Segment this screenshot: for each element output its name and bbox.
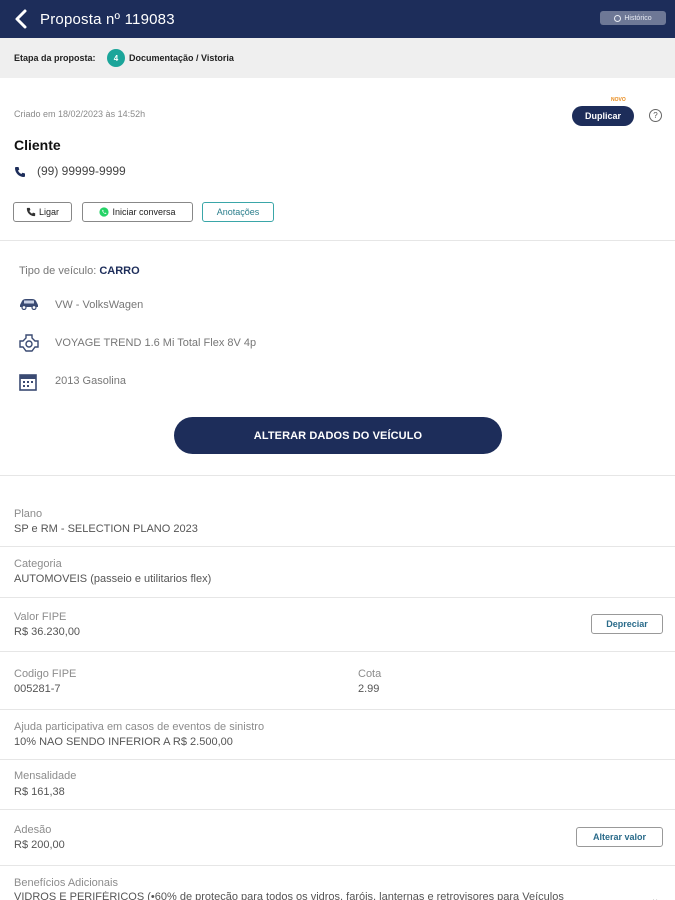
- novo-badge: NOVO: [611, 97, 626, 103]
- phone-icon: [26, 207, 36, 217]
- call-button[interactable]: Ligar: [13, 202, 72, 222]
- historico-button[interactable]: Histórico: [600, 11, 666, 25]
- divider: [0, 809, 675, 810]
- ajuda-value: 10% NAO SENDO INFERIOR A R$ 2.500,00: [14, 736, 233, 748]
- beneficios-value: VIDROS E PERIFÉRICOS (•60% de proteção p…: [14, 891, 564, 900]
- vehicle-type: Tipo de veículo: CARRO: [19, 265, 140, 277]
- duplicate-button[interactable]: Duplicar: [572, 106, 634, 126]
- app-header: Proposta nº 119083 Histórico: [0, 0, 675, 38]
- notes-button[interactable]: Anotações: [202, 202, 274, 222]
- categoria-label: Categoria: [14, 558, 62, 570]
- divider: [0, 546, 675, 547]
- stage-label: Etapa da proposta:: [14, 53, 96, 63]
- vehicle-brand: VW - VolksWagen: [55, 299, 144, 311]
- divider: [0, 709, 675, 710]
- plano-label: Plano: [14, 508, 43, 520]
- call-label: Ligar: [38, 207, 59, 217]
- cota-value: 2.99: [358, 683, 380, 695]
- stage-number-badge: 4: [107, 49, 125, 67]
- start-chat-label: Iniciar conversa: [112, 207, 176, 217]
- created-date: Criado em 18/02/2023 às 14:52h: [14, 109, 146, 119]
- mensalidade-label: Mensalidade: [14, 770, 77, 782]
- vehicle-model: VOYAGE TREND 1.6 Mi Total Flex 8V 4p: [55, 337, 257, 349]
- whatsapp-icon: [99, 207, 110, 217]
- back-arrow-icon[interactable]: [12, 8, 32, 30]
- start-chat-button[interactable]: Iniciar conversa: [82, 202, 193, 222]
- adesao-label: Adesão: [14, 824, 52, 836]
- categoria-value: AUTOMOVEIS (passeio e utilitarios flex): [14, 573, 212, 585]
- vehicle-year: 2013 Gasolina: [55, 375, 126, 387]
- divider: [0, 597, 675, 598]
- cota-label: Cota: [358, 668, 382, 680]
- adesao-value: R$ 200,00: [14, 839, 65, 851]
- engine-icon: [18, 333, 40, 353]
- stage-value: Documentação / Vistoria: [129, 53, 234, 63]
- vehicle-type-label: Tipo de veículo:: [19, 265, 97, 277]
- alterar-valor-button[interactable]: Alterar valor: [576, 827, 663, 847]
- divider: [0, 759, 675, 760]
- codigo-fipe-value: 005281-7: [14, 683, 61, 695]
- phone-icon: [14, 165, 26, 177]
- stage-strip: Etapa da proposta: 4 Documentação / Vist…: [0, 38, 675, 78]
- plano-value: SP e RM - SELECTION PLANO 2023: [14, 523, 198, 535]
- divider: [0, 475, 675, 476]
- calendar-icon: [18, 372, 40, 392]
- page-title: Proposta nº 119083: [40, 11, 175, 28]
- codigo-fipe-label: Codigo FIPE: [14, 668, 77, 680]
- fipe-label: Valor FIPE: [14, 611, 67, 623]
- historico-label: Histórico: [624, 14, 652, 22]
- car-icon: [18, 296, 40, 316]
- mensalidade-value: R$ 161,38: [14, 786, 65, 798]
- alter-vehicle-button[interactable]: ALTERAR DADOS DO VEÍCULO: [174, 417, 502, 454]
- divider: [0, 651, 675, 652]
- client-phone: (99) 99999-9999: [37, 164, 126, 178]
- ajuda-label: Ajuda participativa em casos de eventos …: [14, 721, 265, 733]
- divider: [0, 865, 675, 866]
- help-icon[interactable]: ?: [649, 109, 662, 122]
- divider: [0, 240, 675, 241]
- client-name: Cliente: [14, 137, 61, 153]
- chevron-down-icon[interactable]: ⌄: [651, 894, 659, 900]
- fipe-value: R$ 36.230,00: [14, 626, 81, 638]
- notes-label: Anotações: [216, 207, 260, 217]
- depreciar-button[interactable]: Depreciar: [591, 614, 663, 634]
- beneficios-label: Benefícios Adicionais: [14, 877, 118, 889]
- vehicle-type-value: CARRO: [99, 265, 140, 277]
- clock-icon: [614, 14, 622, 22]
